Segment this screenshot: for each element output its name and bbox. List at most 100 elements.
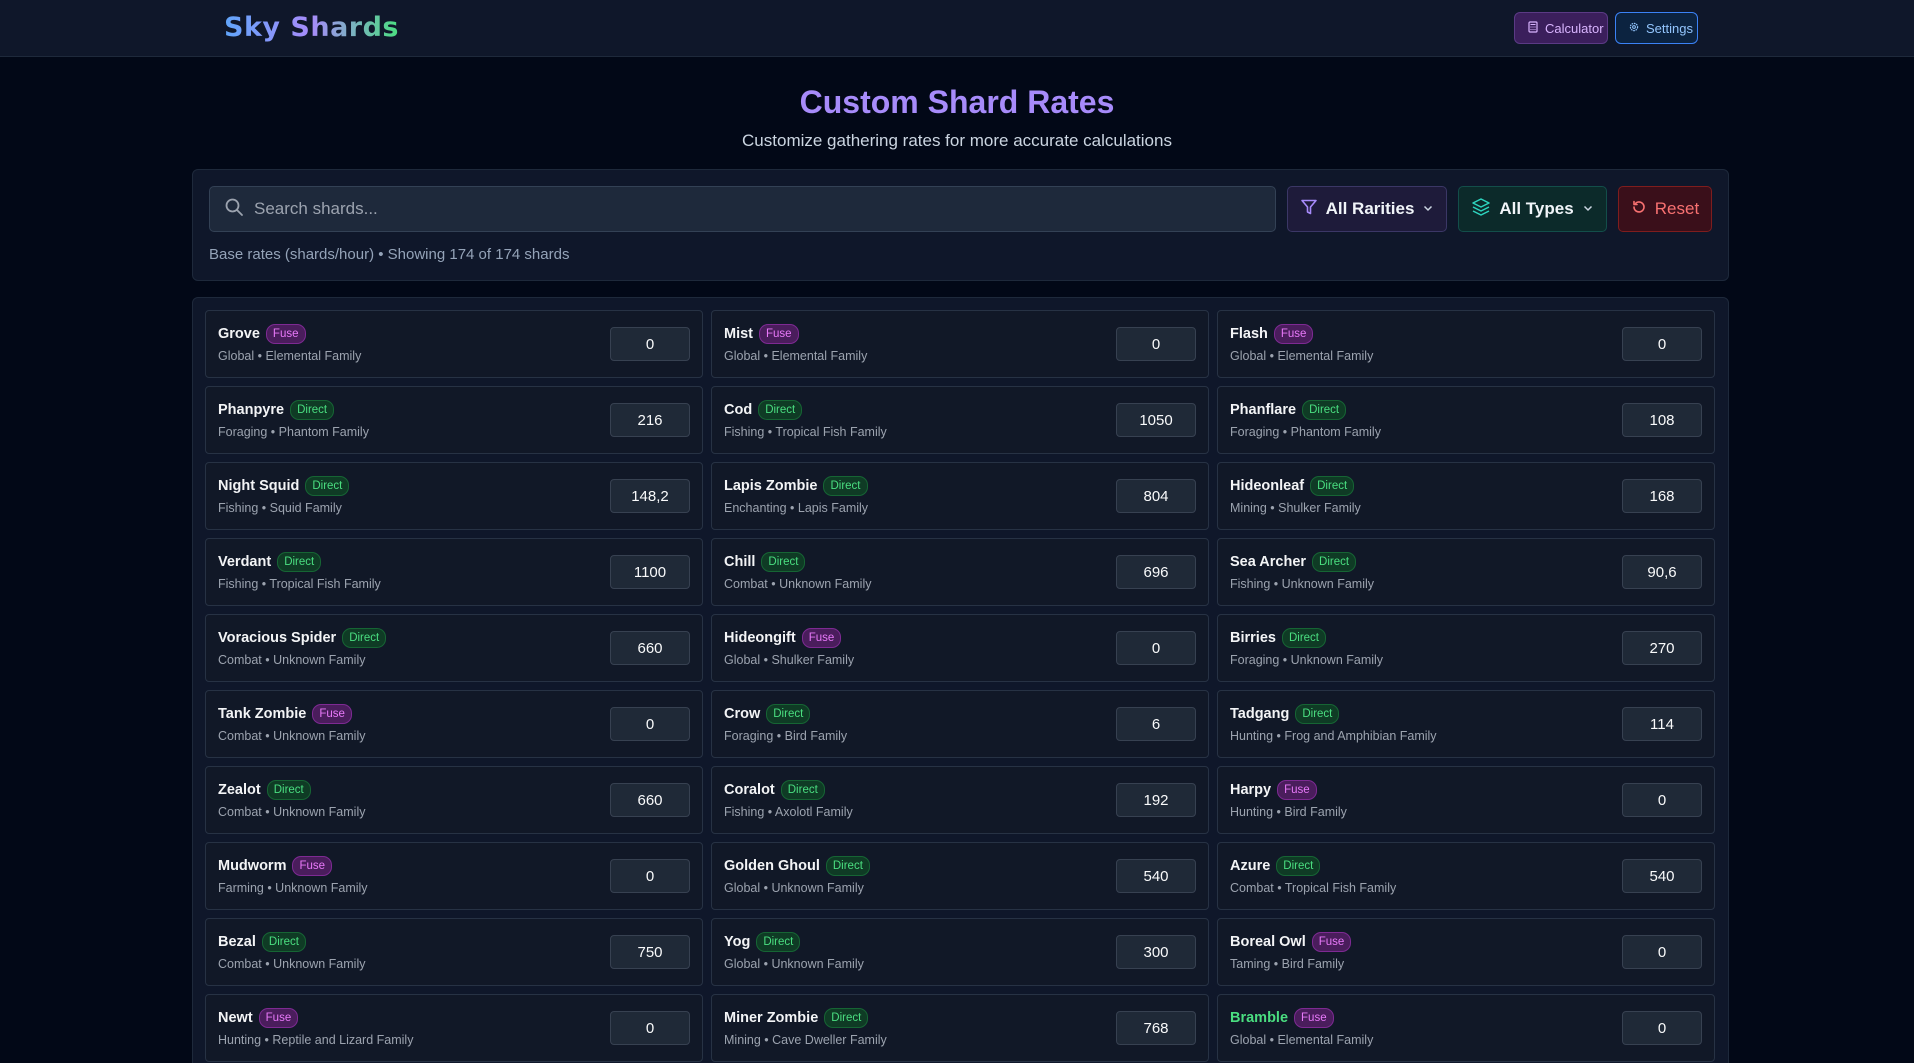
shard-type-badge: Fuse — [1294, 1008, 1334, 1028]
gear-icon — [1628, 21, 1640, 36]
shard-rate-input[interactable] — [1622, 707, 1702, 741]
shard-type-badge: Direct — [266, 780, 311, 800]
shard-card: Cod Direct Fishing • Tropical Fish Family — [711, 386, 1209, 454]
shard-meta: Foraging • Phantom Family — [218, 425, 369, 439]
shard-name: Voracious Spider — [218, 630, 337, 646]
shard-rate-input[interactable] — [610, 403, 690, 437]
shard-type-badge: Fuse — [1311, 932, 1352, 952]
shard-rate-input[interactable] — [1622, 859, 1702, 893]
shard-rate-input[interactable] — [1622, 555, 1702, 589]
shard-card: Phanflare Direct Foraging • Phantom Family — [1217, 386, 1715, 454]
shard-rate-input[interactable] — [610, 631, 690, 665]
shard-type-badge: Direct — [761, 552, 806, 572]
shard-type-badge: Direct — [756, 932, 801, 952]
shard-card: Zealot Direct Combat • Unknown Family — [205, 766, 703, 834]
shard-rate-input[interactable] — [610, 479, 690, 513]
shard-rate-input[interactable] — [1116, 935, 1196, 969]
shard-rate-input[interactable] — [610, 783, 690, 817]
search-input[interactable] — [254, 199, 1275, 219]
shard-name: Coralot — [724, 782, 775, 798]
shard-meta: Combat • Unknown Family — [724, 577, 872, 591]
shard-rate-input[interactable] — [1116, 859, 1196, 893]
calculator-nav-button[interactable]: Calculator — [1514, 12, 1608, 44]
shard-card: Newt Fuse Hunting • Reptile and Lizard Fam… — [205, 994, 703, 1062]
shard-rate-input[interactable] — [1116, 707, 1196, 741]
type-filter-dropdown[interactable]: All Types — [1458, 186, 1607, 232]
shard-rate-input[interactable] — [610, 327, 690, 361]
shard-meta: Enchanting • Lapis Family — [724, 501, 869, 515]
shard-type-badge: Fuse — [1277, 780, 1317, 800]
shard-card: Bramble Fuse Global • Elemental Family — [1217, 994, 1715, 1062]
shard-name-row: Newt Fuse — [218, 1008, 299, 1028]
shard-card: Harpy Fuse Hunting • Bird Family — [1217, 766, 1715, 834]
shard-rate-input[interactable] — [610, 1011, 690, 1045]
shard-card: Voracious Spider Direct Combat • Unknown F… — [205, 614, 703, 682]
shard-rate-input[interactable] — [610, 555, 690, 589]
shard-rate-input[interactable] — [1622, 327, 1702, 361]
shard-meta: Mining • Shulker Family — [1230, 501, 1361, 515]
shard-rate-input[interactable] — [610, 935, 690, 969]
shard-meta: Global • Elemental Family — [1230, 349, 1374, 363]
shard-name: Mudworm — [218, 858, 287, 874]
shard-name: Phanflare — [1230, 402, 1297, 418]
shard-type-badge: Direct — [305, 476, 350, 496]
shard-card: Night Squid Direct Fishing • Squid Family — [205, 462, 703, 530]
shard-rate-input[interactable] — [1116, 555, 1196, 589]
shard-meta: Taming • Bird Family — [1230, 957, 1345, 971]
shard-name-row: Crow Direct — [724, 704, 811, 724]
shard-card: Crow Direct Foraging • Bird Family — [711, 690, 1209, 758]
reset-button[interactable]: Reset — [1618, 186, 1712, 232]
shard-name: Bezal — [218, 934, 256, 950]
shard-name: Tank Zombie — [218, 706, 307, 722]
shard-name-row: Phanpyre Direct — [218, 400, 335, 420]
shard-card: Hideonleaf Direct Mining • Shulker Family — [1217, 462, 1715, 530]
shard-type-badge: Direct — [1276, 856, 1321, 876]
shard-name: Flash — [1230, 326, 1268, 342]
shard-type-badge: Fuse — [258, 1008, 299, 1028]
shard-type-badge: Fuse — [312, 704, 352, 724]
shard-name: Cod — [724, 402, 753, 418]
shard-rate-input[interactable] — [1116, 327, 1196, 361]
shard-type-badge: Direct — [825, 856, 870, 876]
shard-card: Bezal Direct Combat • Unknown Family — [205, 918, 703, 986]
shard-name: Yog — [724, 934, 751, 950]
shard-name: Mist — [724, 326, 753, 342]
shard-rate-input[interactable] — [1622, 403, 1702, 437]
shard-rate-input[interactable] — [1116, 631, 1196, 665]
shard-meta: Global • Unknown Family — [724, 881, 864, 895]
shard-name-row: Azure Direct — [1230, 856, 1321, 876]
shard-name: Golden Ghoul — [724, 858, 820, 874]
shard-type-badge: Direct — [824, 1008, 869, 1028]
shard-rate-input[interactable] — [1622, 479, 1702, 513]
shard-type-badge: Direct — [290, 400, 335, 420]
shard-name-row: Harpy Fuse — [1230, 780, 1317, 800]
shard-rate-input[interactable] — [1622, 1011, 1702, 1045]
shard-meta: Combat • Unknown Family — [218, 805, 366, 819]
shard-name: Miner Zombie — [724, 1010, 819, 1026]
shard-rate-input[interactable] — [1622, 935, 1702, 969]
shard-card: Sea Archer Direct Fishing • Unknown Family — [1217, 538, 1715, 606]
shard-rate-input[interactable] — [1116, 479, 1196, 513]
shard-rate-input[interactable] — [1116, 1011, 1196, 1045]
shard-name-row: Lapis Zombie Direct — [724, 476, 868, 496]
shard-rate-input[interactable] — [1622, 631, 1702, 665]
shard-name: Chill — [724, 554, 756, 570]
shard-name: Phanpyre — [218, 402, 285, 418]
chevron-down-icon — [1422, 199, 1434, 219]
settings-nav-button[interactable]: Settings — [1615, 12, 1698, 44]
shard-name-row: Tank Zombie Fuse — [218, 704, 352, 724]
rarity-filter-dropdown[interactable]: All Rarities — [1287, 186, 1447, 232]
shard-meta: Foraging • Phantom Family — [1230, 425, 1381, 439]
shard-rate-input[interactable] — [610, 707, 690, 741]
shard-rate-input[interactable] — [1622, 783, 1702, 817]
shard-rate-input[interactable] — [1116, 783, 1196, 817]
search-box[interactable] — [209, 186, 1276, 232]
shard-meta: Combat • Unknown Family — [218, 957, 366, 971]
rarity-filter-label: All Rarities — [1325, 199, 1415, 218]
app-logo[interactable]: Sky Shards — [224, 12, 399, 43]
shard-rate-input[interactable] — [1116, 403, 1196, 437]
shard-card: Hideongift Fuse Global • Shulker Family — [711, 614, 1209, 682]
shard-meta: Foraging • Unknown Family — [1230, 653, 1384, 667]
filter-icon — [1300, 198, 1318, 221]
shard-rate-input[interactable] — [610, 859, 690, 893]
